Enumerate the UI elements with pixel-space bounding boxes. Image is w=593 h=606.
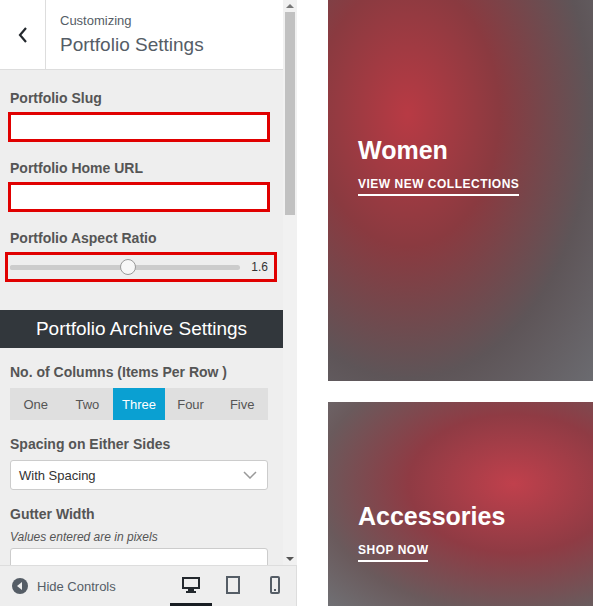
header-subtitle: Customizing: [60, 13, 204, 28]
input-highlight: [8, 182, 270, 212]
promo-card[interactable]: Women VIEW NEW COLLECTIONS: [328, 0, 593, 381]
slider-reading: 1.6: [250, 260, 268, 274]
back-button[interactable]: [0, 0, 46, 69]
column-option[interactable]: Two: [62, 388, 114, 420]
hide-controls-button[interactable]: Hide Controls: [0, 566, 170, 606]
column-option[interactable]: Four: [165, 388, 217, 420]
gutter-input[interactable]: [10, 548, 268, 565]
desktop-icon: [182, 576, 200, 594]
scroll-up[interactable]: [286, 0, 294, 12]
setting-field: Portfolio Home URL: [0, 158, 283, 212]
chevron-down-icon: [243, 471, 257, 479]
column-option[interactable]: Three: [113, 388, 165, 420]
header-title: Portfolio Settings: [60, 34, 204, 56]
columns-button-group: OneTwoThreeFourFive: [10, 388, 268, 420]
collapse-icon: [11, 577, 29, 595]
slider-thumb[interactable]: [120, 259, 136, 275]
field-label: Portfolio Home URL: [10, 158, 273, 178]
slider-highlight: 1.6: [5, 252, 277, 282]
controls-panel: Customizing Portfolio Settings Portfolio S…: [0, 0, 297, 606]
section-header: Portfolio Archive Settings: [0, 310, 283, 348]
card-title: Accessories: [358, 502, 593, 531]
device-button[interactable]: [170, 566, 212, 606]
scroll-down[interactable]: [286, 553, 294, 565]
panel-main: Customizing Portfolio Settings Portfolio S…: [0, 0, 296, 565]
device-button[interactable]: [212, 566, 254, 606]
archive-settings: No. of Columns (Items Per Row ) OneTwoThr…: [0, 348, 283, 565]
scrollbar[interactable]: [283, 0, 297, 565]
setting-field: Portfolio Slug: [0, 88, 283, 142]
columns-label: No. of Columns (Items Per Row ): [10, 362, 273, 382]
setting-field: Portfolio Aspect Ratio 1.6: [0, 228, 283, 282]
card-link[interactable]: SHOP NOW: [358, 543, 428, 562]
down-arrow-icon: [286, 556, 294, 562]
column-option[interactable]: Five: [216, 388, 268, 420]
tablet-icon: [224, 576, 242, 594]
panel-footer: Hide Controls: [0, 565, 296, 606]
spacing-label: Spacing on Either Sides: [10, 434, 273, 454]
input-highlight: [8, 112, 270, 142]
gutter-label: Gutter Width: [10, 504, 273, 524]
gutter-hint: Values entered are in pixels: [10, 530, 273, 544]
panel-body: Portfolio Slug Portfolio Home URL Portfoli…: [0, 70, 283, 565]
field-label: Portfolio Slug: [10, 88, 273, 108]
slider-track[interactable]: [10, 265, 240, 270]
header-text: Customizing Portfolio Settings: [46, 0, 204, 69]
site-preview: Women VIEW NEW COLLECTIONS Accessories SHOP…: [297, 0, 593, 606]
card-title: Women: [358, 136, 593, 165]
up-arrow-icon: [286, 3, 294, 9]
scroll-thumb[interactable]: [285, 12, 295, 215]
customizer: Customizing Portfolio Settings Portfolio S…: [0, 0, 593, 606]
spacing-select[interactable]: With Spacing: [10, 460, 268, 490]
panel-content: Customizing Portfolio Settings Portfolio S…: [0, 0, 283, 565]
text-input[interactable]: [11, 115, 267, 139]
spacing-value: With Spacing: [19, 468, 96, 483]
card-link[interactable]: VIEW NEW COLLECTIONS: [358, 177, 519, 196]
mobile-icon: [266, 576, 284, 594]
panel-header: Customizing Portfolio Settings: [0, 0, 283, 70]
text-input[interactable]: [11, 185, 267, 209]
slider-fill: [10, 265, 127, 270]
promo-card[interactable]: Accessories SHOP NOW: [328, 402, 593, 606]
hide-controls-label: Hide Controls: [37, 579, 116, 594]
column-option[interactable]: One: [10, 388, 62, 420]
field-label: Portfolio Aspect Ratio: [10, 228, 273, 248]
device-button[interactable]: [254, 566, 296, 606]
back-arrow-icon: [17, 26, 29, 44]
